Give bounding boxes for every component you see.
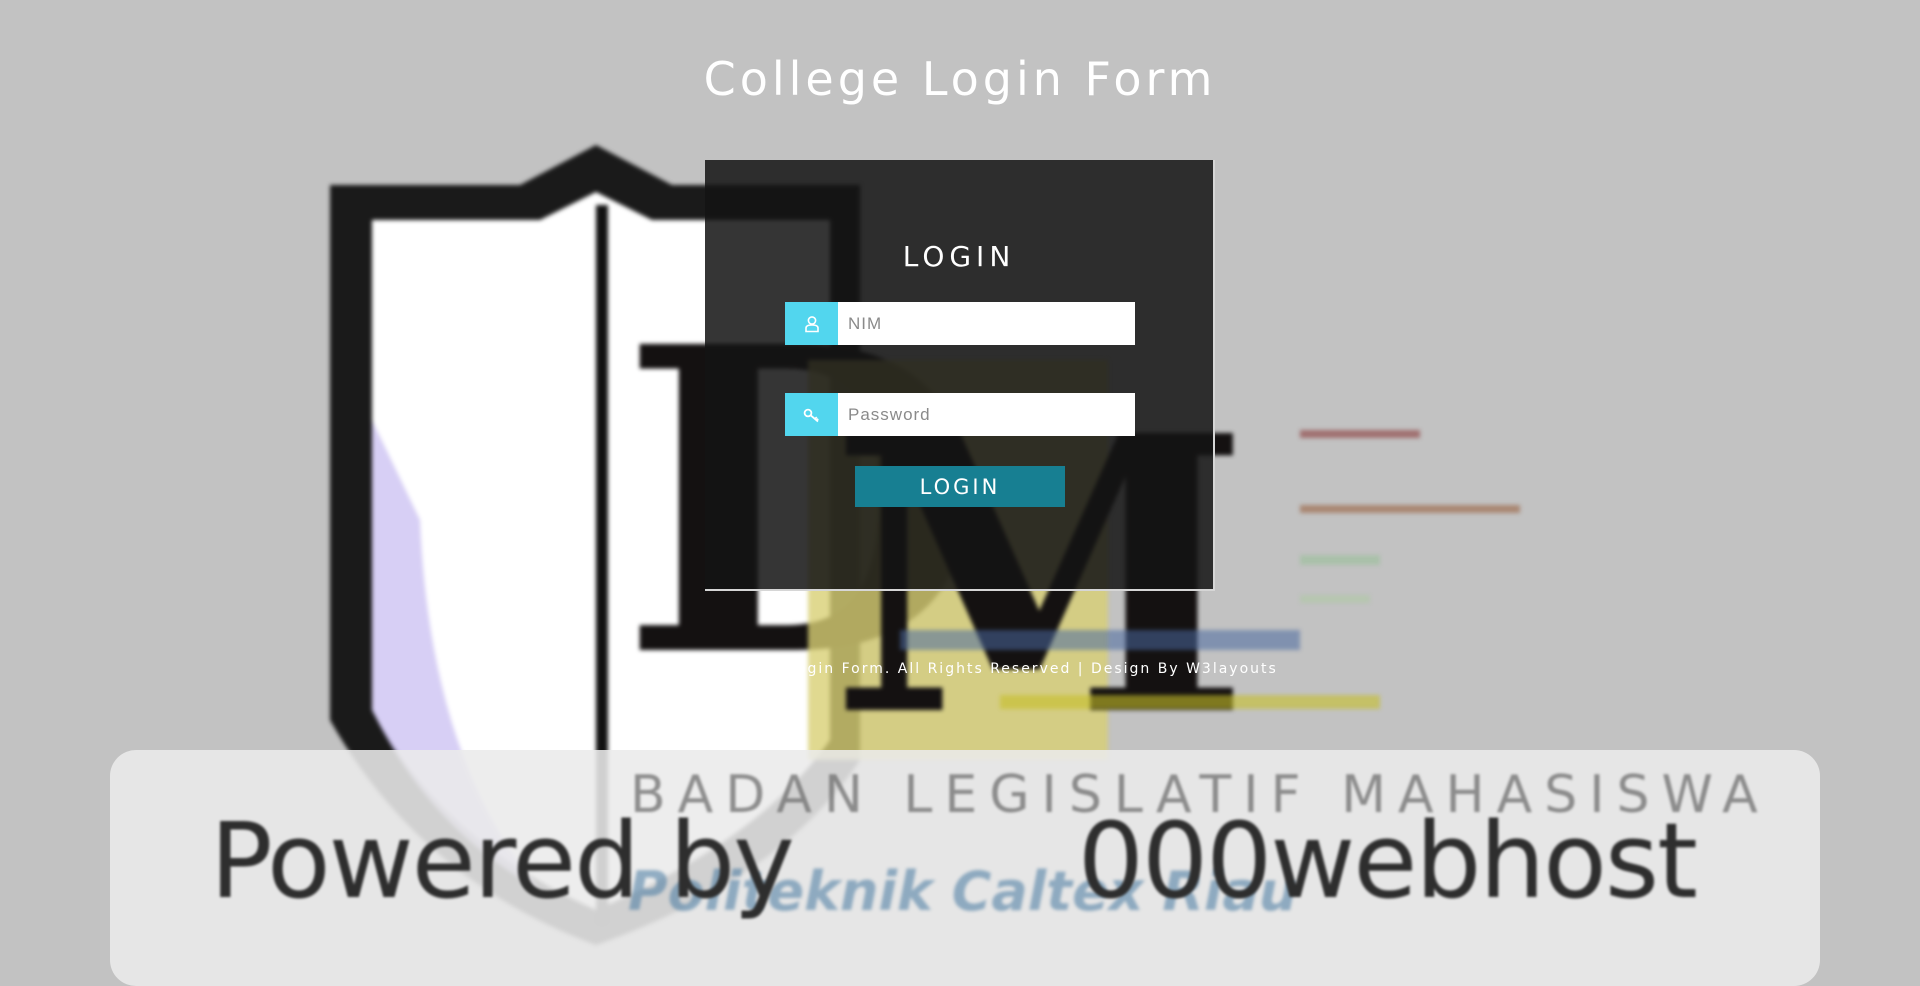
password-input[interactable] xyxy=(838,393,1135,436)
footer-copyright: © 2017 College Login Form. All Rights Re… xyxy=(642,661,1278,677)
login-heading: LOGIN xyxy=(902,240,1016,273)
login-button[interactable]: LOGIN xyxy=(855,466,1065,507)
page-title: College Login Form xyxy=(703,52,1217,106)
host-name-text: 000webhost xyxy=(1077,800,1698,922)
login-panel: LOGIN LOGIN xyxy=(705,160,1215,591)
password-field xyxy=(785,393,1135,436)
nim-input[interactable] xyxy=(838,302,1135,345)
user-icon xyxy=(785,302,838,345)
key-icon xyxy=(785,393,838,436)
nim-field xyxy=(785,302,1135,345)
powered-by-text: Powered by xyxy=(210,800,795,922)
powered-by-banner: Powered by 000webhost xyxy=(210,800,1698,922)
